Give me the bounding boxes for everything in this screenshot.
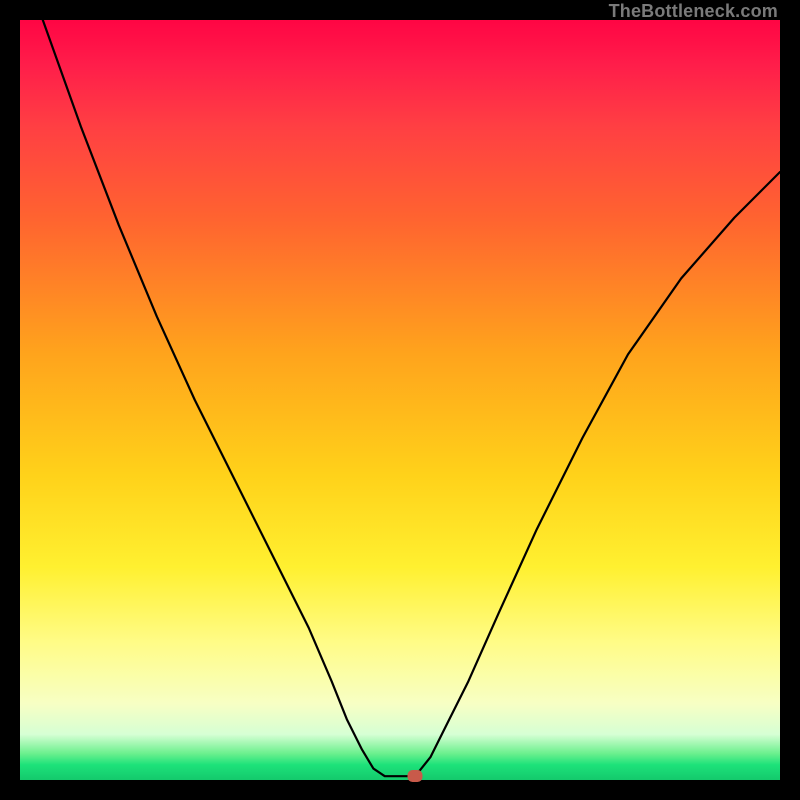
optimal-point-marker (408, 770, 423, 782)
plot-gradient-background (20, 20, 780, 780)
chart-frame: TheBottleneck.com (0, 0, 800, 800)
watermark-text: TheBottleneck.com (609, 2, 778, 20)
